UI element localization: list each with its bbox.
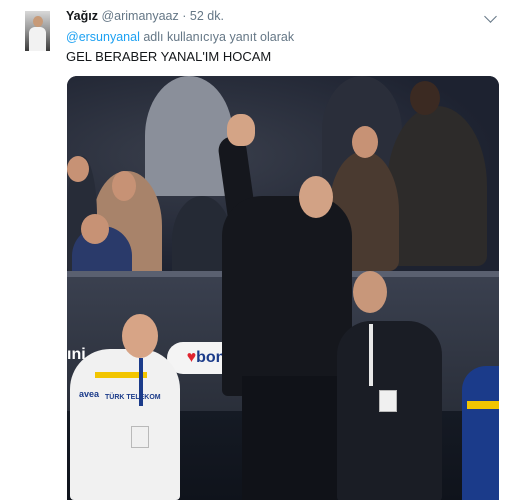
staff-shirt-text: TÜRK TELEKOM <box>105 394 161 401</box>
reply-mention-link[interactable]: @ersunyanal <box>66 30 140 44</box>
coach-hand <box>227 114 255 146</box>
staff-face <box>122 314 158 358</box>
coach-coat <box>222 196 352 396</box>
spectator-face <box>410 81 440 115</box>
staff-right-stripe <box>467 401 499 409</box>
assistant-lanyard <box>369 324 373 386</box>
spectator-face <box>81 214 109 244</box>
spectator <box>145 76 233 196</box>
heart-icon: ♥ <box>186 349 197 366</box>
avatar[interactable] <box>25 11 50 51</box>
tweet-header: Yağız @arimanyaaz · 52 dk. <box>66 9 224 23</box>
display-name[interactable]: Yağız <box>66 9 98 23</box>
avatar-head <box>33 16 43 27</box>
assistant-face <box>353 271 387 313</box>
accreditation-badge <box>379 390 397 412</box>
staff-right <box>462 366 499 500</box>
user-handle[interactable]: @arimanyaaz <box>101 9 178 23</box>
spectator-face <box>67 156 89 182</box>
reply-context: @ersunyanal adlı kullanıcıya yanıt olara… <box>66 30 294 44</box>
coach-face <box>299 176 333 218</box>
staff-badge <box>131 426 149 448</box>
tweet-photo[interactable]: ıni ♥bon us avea TÜRK TELEKOM <box>67 76 499 500</box>
reply-suffix: adlı kullanıcıya yanıt olarak <box>139 30 295 44</box>
spectator-face <box>112 171 136 201</box>
coach-legs <box>242 376 337 500</box>
spectator <box>387 106 487 266</box>
staff-lanyard <box>139 358 143 406</box>
tweet-timestamp[interactable]: 52 dk. <box>190 9 224 23</box>
staff-chest-text: avea <box>79 389 100 399</box>
avatar-torso <box>29 27 46 51</box>
chevron-down-icon[interactable] <box>484 10 497 23</box>
sponsor-logo-text: bon <box>196 349 226 366</box>
separator-dot: · <box>182 9 187 23</box>
spectator-face <box>352 126 378 158</box>
tweet-text: GEL BERABER YANAL'IM HOCAM <box>66 49 272 64</box>
tweet: Yağız @arimanyaaz · 52 dk. @ersunyanal a… <box>0 0 511 500</box>
